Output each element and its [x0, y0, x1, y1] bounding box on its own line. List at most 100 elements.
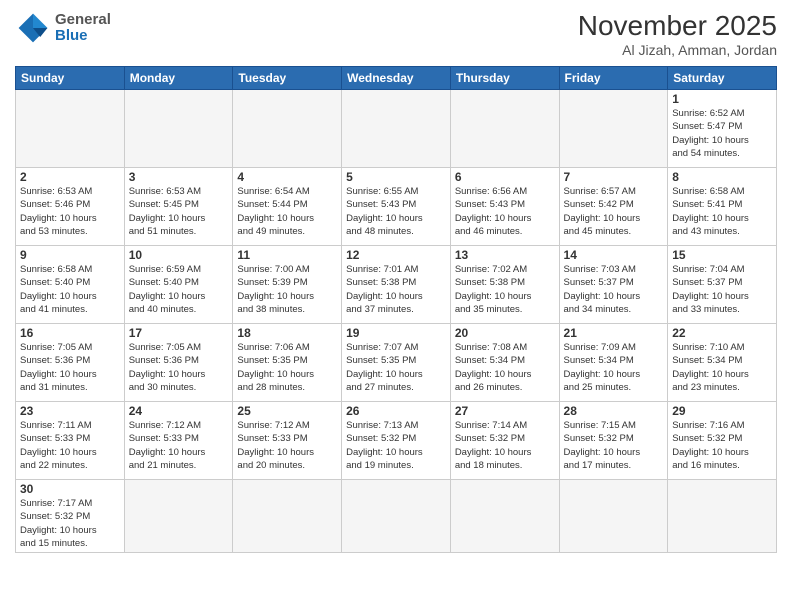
calendar-weekday: Saturday: [668, 67, 777, 90]
day-info: Sunrise: 7:09 AM Sunset: 5:34 PM Dayligh…: [564, 341, 664, 394]
day-number: 5: [346, 170, 446, 184]
day-info: Sunrise: 7:05 AM Sunset: 5:36 PM Dayligh…: [129, 341, 229, 394]
calendar-day-cell: 10Sunrise: 6:59 AM Sunset: 5:40 PM Dayli…: [124, 246, 233, 324]
calendar-day-cell: 17Sunrise: 7:05 AM Sunset: 5:36 PM Dayli…: [124, 324, 233, 402]
calendar-day-cell: [559, 480, 668, 553]
month-year: November 2025: [578, 10, 777, 42]
day-number: 17: [129, 326, 229, 340]
calendar-day-cell: 25Sunrise: 7:12 AM Sunset: 5:33 PM Dayli…: [233, 402, 342, 480]
day-info: Sunrise: 7:10 AM Sunset: 5:34 PM Dayligh…: [672, 341, 772, 394]
day-number: 2: [20, 170, 120, 184]
calendar-day-cell: 29Sunrise: 7:16 AM Sunset: 5:32 PM Dayli…: [668, 402, 777, 480]
calendar-day-cell: 16Sunrise: 7:05 AM Sunset: 5:36 PM Dayli…: [16, 324, 125, 402]
day-number: 11: [237, 248, 337, 262]
calendar-day-cell: [233, 90, 342, 168]
day-number: 12: [346, 248, 446, 262]
day-info: Sunrise: 7:15 AM Sunset: 5:32 PM Dayligh…: [564, 419, 664, 472]
calendar-week-row: 2Sunrise: 6:53 AM Sunset: 5:46 PM Daylig…: [16, 168, 777, 246]
calendar-day-cell: [124, 90, 233, 168]
day-info: Sunrise: 7:08 AM Sunset: 5:34 PM Dayligh…: [455, 341, 555, 394]
day-number: 22: [672, 326, 772, 340]
calendar-day-cell: [450, 480, 559, 553]
logo: General Blue: [15, 10, 111, 46]
calendar-day-cell: 19Sunrise: 7:07 AM Sunset: 5:35 PM Dayli…: [342, 324, 451, 402]
day-number: 18: [237, 326, 337, 340]
location: Al Jizah, Amman, Jordan: [578, 42, 777, 58]
logo-icon: [15, 10, 51, 46]
logo-general: General: [55, 12, 111, 29]
day-info: Sunrise: 6:58 AM Sunset: 5:40 PM Dayligh…: [20, 263, 120, 316]
calendar-weekday: Thursday: [450, 67, 559, 90]
day-number: 20: [455, 326, 555, 340]
calendar-weekday: Wednesday: [342, 67, 451, 90]
logo-text: General Blue: [55, 12, 111, 45]
calendar-header-row: SundayMondayTuesdayWednesdayThursdayFrid…: [16, 67, 777, 90]
day-number: 13: [455, 248, 555, 262]
day-info: Sunrise: 6:53 AM Sunset: 5:45 PM Dayligh…: [129, 185, 229, 238]
day-info: Sunrise: 7:02 AM Sunset: 5:38 PM Dayligh…: [455, 263, 555, 316]
calendar-day-cell: [16, 90, 125, 168]
calendar-day-cell: 21Sunrise: 7:09 AM Sunset: 5:34 PM Dayli…: [559, 324, 668, 402]
day-number: 10: [129, 248, 229, 262]
calendar-day-cell: [233, 480, 342, 553]
day-info: Sunrise: 6:57 AM Sunset: 5:42 PM Dayligh…: [564, 185, 664, 238]
day-number: 3: [129, 170, 229, 184]
calendar-day-cell: 9Sunrise: 6:58 AM Sunset: 5:40 PM Daylig…: [16, 246, 125, 324]
day-number: 25: [237, 404, 337, 418]
calendar-day-cell: 6Sunrise: 6:56 AM Sunset: 5:43 PM Daylig…: [450, 168, 559, 246]
calendar-weekday: Tuesday: [233, 67, 342, 90]
calendar-day-cell: 13Sunrise: 7:02 AM Sunset: 5:38 PM Dayli…: [450, 246, 559, 324]
day-info: Sunrise: 7:14 AM Sunset: 5:32 PM Dayligh…: [455, 419, 555, 472]
day-info: Sunrise: 7:16 AM Sunset: 5:32 PM Dayligh…: [672, 419, 772, 472]
calendar-day-cell: 28Sunrise: 7:15 AM Sunset: 5:32 PM Dayli…: [559, 402, 668, 480]
day-number: 6: [455, 170, 555, 184]
calendar-week-row: 23Sunrise: 7:11 AM Sunset: 5:33 PM Dayli…: [16, 402, 777, 480]
calendar-week-row: 16Sunrise: 7:05 AM Sunset: 5:36 PM Dayli…: [16, 324, 777, 402]
day-info: Sunrise: 7:12 AM Sunset: 5:33 PM Dayligh…: [129, 419, 229, 472]
calendar-weekday: Monday: [124, 67, 233, 90]
logo-blue: Blue: [55, 28, 111, 45]
calendar-day-cell: 20Sunrise: 7:08 AM Sunset: 5:34 PM Dayli…: [450, 324, 559, 402]
day-info: Sunrise: 7:07 AM Sunset: 5:35 PM Dayligh…: [346, 341, 446, 394]
calendar-day-cell: 23Sunrise: 7:11 AM Sunset: 5:33 PM Dayli…: [16, 402, 125, 480]
calendar-day-cell: 7Sunrise: 6:57 AM Sunset: 5:42 PM Daylig…: [559, 168, 668, 246]
calendar-day-cell: 1Sunrise: 6:52 AM Sunset: 5:47 PM Daylig…: [668, 90, 777, 168]
day-number: 27: [455, 404, 555, 418]
calendar-day-cell: 24Sunrise: 7:12 AM Sunset: 5:33 PM Dayli…: [124, 402, 233, 480]
calendar-day-cell: 5Sunrise: 6:55 AM Sunset: 5:43 PM Daylig…: [342, 168, 451, 246]
calendar-day-cell: 11Sunrise: 7:00 AM Sunset: 5:39 PM Dayli…: [233, 246, 342, 324]
day-number: 30: [20, 482, 120, 496]
day-number: 7: [564, 170, 664, 184]
day-info: Sunrise: 6:52 AM Sunset: 5:47 PM Dayligh…: [672, 107, 772, 160]
calendar-day-cell: [450, 90, 559, 168]
day-number: 23: [20, 404, 120, 418]
day-info: Sunrise: 7:00 AM Sunset: 5:39 PM Dayligh…: [237, 263, 337, 316]
day-info: Sunrise: 7:06 AM Sunset: 5:35 PM Dayligh…: [237, 341, 337, 394]
day-number: 9: [20, 248, 120, 262]
day-number: 8: [672, 170, 772, 184]
day-info: Sunrise: 7:03 AM Sunset: 5:37 PM Dayligh…: [564, 263, 664, 316]
header: General Blue November 2025 Al Jizah, Amm…: [15, 10, 777, 58]
day-info: Sunrise: 7:01 AM Sunset: 5:38 PM Dayligh…: [346, 263, 446, 316]
day-info: Sunrise: 7:12 AM Sunset: 5:33 PM Dayligh…: [237, 419, 337, 472]
calendar-day-cell: 22Sunrise: 7:10 AM Sunset: 5:34 PM Dayli…: [668, 324, 777, 402]
day-info: Sunrise: 6:55 AM Sunset: 5:43 PM Dayligh…: [346, 185, 446, 238]
day-number: 26: [346, 404, 446, 418]
calendar-week-row: 9Sunrise: 6:58 AM Sunset: 5:40 PM Daylig…: [16, 246, 777, 324]
day-number: 14: [564, 248, 664, 262]
calendar-day-cell: [342, 90, 451, 168]
calendar-day-cell: [124, 480, 233, 553]
calendar-table: SundayMondayTuesdayWednesdayThursdayFrid…: [15, 66, 777, 553]
day-info: Sunrise: 7:05 AM Sunset: 5:36 PM Dayligh…: [20, 341, 120, 394]
calendar-week-row: 30Sunrise: 7:17 AM Sunset: 5:32 PM Dayli…: [16, 480, 777, 553]
calendar-day-cell: 15Sunrise: 7:04 AM Sunset: 5:37 PM Dayli…: [668, 246, 777, 324]
day-info: Sunrise: 6:56 AM Sunset: 5:43 PM Dayligh…: [455, 185, 555, 238]
title-block: November 2025 Al Jizah, Amman, Jordan: [578, 10, 777, 58]
day-number: 4: [237, 170, 337, 184]
day-number: 19: [346, 326, 446, 340]
calendar-day-cell: [342, 480, 451, 553]
calendar-day-cell: [559, 90, 668, 168]
day-info: Sunrise: 7:13 AM Sunset: 5:32 PM Dayligh…: [346, 419, 446, 472]
day-number: 24: [129, 404, 229, 418]
day-info: Sunrise: 6:58 AM Sunset: 5:41 PM Dayligh…: [672, 185, 772, 238]
